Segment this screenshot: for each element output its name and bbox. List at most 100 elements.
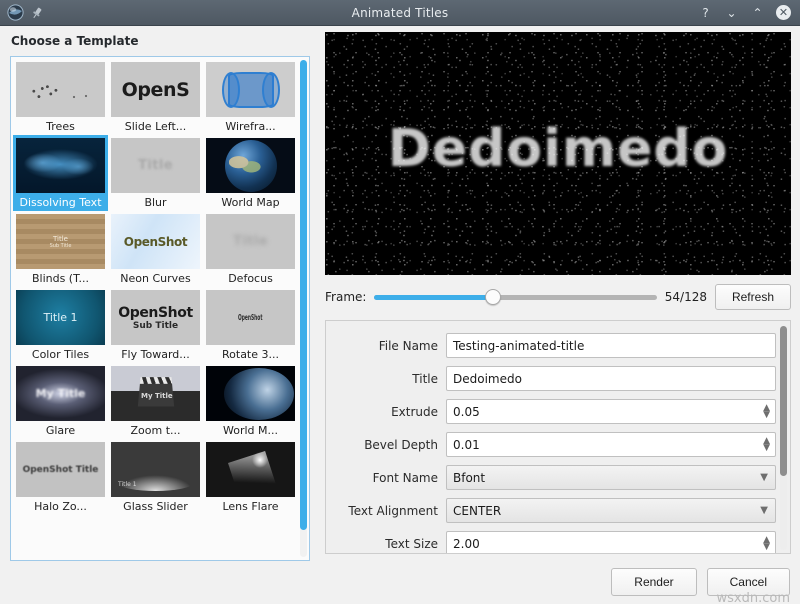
dialog-body: Choose a Template TreesOpenSSlide Left..… (0, 26, 800, 604)
field-label: Title (336, 372, 438, 386)
field-input[interactable]: Bfont▼ (446, 465, 776, 490)
template-label: Halo Zo... (34, 500, 87, 513)
form-row: Font NameBfont▼ (326, 461, 790, 494)
maximize-button[interactable]: ⌃ (750, 5, 765, 20)
spinner-arrows-icon[interactable]: ▲▼ (763, 537, 770, 551)
template-thumbnail[interactable]: OpenShot (206, 290, 295, 345)
frame-label: Frame: (325, 290, 366, 304)
frame-slider-handle[interactable] (485, 289, 501, 305)
minimize-button[interactable]: ⌄ (724, 5, 739, 20)
template-thumbnail[interactable]: Title (206, 214, 295, 269)
preview-title-text: Dedoimedo (325, 119, 791, 179)
template-label: Slide Left... (125, 120, 187, 133)
template-thumbnail[interactable]: Title (111, 138, 200, 193)
chevron-down-icon[interactable]: ▼ (760, 473, 768, 483)
form-row: Bevel Depth0.01▲▼ (326, 428, 790, 461)
template-item[interactable]: Title Blur (108, 135, 203, 211)
frame-slider[interactable] (374, 288, 656, 306)
chevron-down-icon[interactable]: ▼ (760, 506, 768, 516)
thumb-art-lens-flare (206, 442, 295, 497)
template-thumbnail[interactable]: OpenShotSub Title (111, 290, 200, 345)
template-thumbnail[interactable]: Title 1 (16, 290, 105, 345)
template-list[interactable]: TreesOpenS Slide Left... Wirefra... Dissolv… (10, 56, 310, 561)
spinner-arrows-icon[interactable]: ▲▼ (763, 405, 770, 419)
spinner-arrows-icon[interactable]: ▲▼ (763, 438, 770, 452)
template-item[interactable]: Title 1Glass Slider (108, 439, 203, 515)
template-label: Zoom t... (130, 424, 180, 437)
template-item[interactable]: World Map (203, 135, 298, 211)
window-titlebar: Animated Titles ? ⌄ ⌃ ✕ (0, 0, 800, 26)
field-input[interactable]: 2.00▲▼ (446, 531, 776, 554)
animation-preview: Dedoimedo (325, 32, 791, 275)
thumb-art-rotate-3d: OpenShot (206, 290, 295, 345)
template-thumbnail[interactable] (206, 366, 295, 421)
template-item[interactable]: OpenShot Title Halo Zo... (13, 439, 108, 515)
template-item[interactable]: Lens Flare (203, 439, 298, 515)
thumb-art-dissolving-text (16, 138, 105, 193)
template-thumbnail[interactable]: My Title (111, 366, 200, 421)
field-input[interactable]: CENTER ▼ (446, 498, 776, 523)
template-thumbnail[interactable] (16, 138, 105, 193)
field-input[interactable]: Testing-animated-title (446, 333, 776, 358)
field-input[interactable]: 0.05▲▼ (446, 399, 776, 424)
template-list-scrollbar[interactable] (300, 60, 307, 557)
titlebar-buttons: ? ⌄ ⌃ ✕ (698, 5, 800, 20)
template-thumbnail[interactable]: OpenShot (111, 214, 200, 269)
template-thumbnail[interactable]: Title 1 (111, 442, 200, 497)
template-label: Fly Toward... (121, 348, 190, 361)
template-item[interactable]: OpenShotNeon Curves (108, 211, 203, 287)
thumb-art-fly-toward: OpenShotSub Title (111, 290, 200, 345)
template-item[interactable]: Trees (13, 59, 108, 135)
template-item[interactable]: Title 1Color Tiles (13, 287, 108, 363)
refresh-button[interactable]: Refresh (715, 284, 791, 310)
template-thumbnail[interactable] (16, 62, 105, 117)
render-button[interactable]: Render (611, 568, 696, 596)
form-scrollbar[interactable] (780, 326, 787, 550)
form-row: Text Alignment CENTER ▼ (326, 494, 790, 527)
field-label: Text Alignment (336, 504, 438, 518)
template-item[interactable]: World M... (203, 363, 298, 439)
template-label: World M... (223, 424, 278, 437)
form-row: Title Dedoimedo (326, 362, 790, 395)
template-thumbnail[interactable]: OpenS (111, 62, 200, 117)
field-input[interactable]: 0.01▲▼ (446, 432, 776, 457)
template-item[interactable]: My TitleGlare (13, 363, 108, 439)
template-thumbnail[interactable]: My Title (16, 366, 105, 421)
template-label: Blinds (T... (32, 272, 89, 285)
template-item[interactable]: OpenS Slide Left... (108, 59, 203, 135)
close-button[interactable]: ✕ (776, 5, 791, 20)
template-grid: TreesOpenS Slide Left... Wirefra... Dissolv… (11, 57, 299, 515)
template-item[interactable]: Wirefra... (203, 59, 298, 135)
preview-and-settings-pane: Dedoimedo Frame: 54/128 Refresh File Nam… (325, 32, 793, 554)
template-label: Defocus (228, 272, 273, 285)
thumb-art-world-map-2 (206, 366, 295, 421)
template-thumbnail[interactable]: TitleSub Title (16, 214, 105, 269)
template-item[interactable]: OpenShotSub Title Fly Toward... (108, 287, 203, 363)
template-thumbnail[interactable] (206, 138, 295, 193)
thumb-art-defocus: Title (206, 214, 295, 269)
template-list-scrollbar-thumb[interactable] (300, 60, 307, 530)
form-row: File NameTesting-animated-title (326, 329, 790, 362)
form-scrollbar-thumb[interactable] (780, 326, 787, 476)
template-chooser-pane: Choose a Template TreesOpenSSlide Left..… (0, 26, 320, 604)
watermark: wsxdn.com (717, 591, 791, 604)
template-thumbnail[interactable] (206, 62, 295, 117)
form-rows: File NameTesting-animated-title Title Dedo… (326, 329, 790, 554)
template-item[interactable]: My Title Zoom t... (108, 363, 203, 439)
template-item[interactable]: Title Defocus (203, 211, 298, 287)
help-button[interactable]: ? (698, 5, 713, 20)
template-label: Blur (144, 196, 166, 209)
title-settings-form: File NameTesting-animated-title Title Dedo… (325, 320, 791, 554)
field-value: CENTER (453, 504, 501, 518)
field-input[interactable]: Dedoimedo (446, 366, 776, 391)
pin-icon[interactable] (30, 6, 44, 20)
template-thumbnail[interactable] (206, 442, 295, 497)
template-item[interactable]: OpenShotRotate 3... (203, 287, 298, 363)
field-value: Testing-animated-title (453, 339, 584, 353)
field-label: Text Size (336, 537, 438, 551)
thumb-art-color-tiles: Title 1 (16, 290, 105, 345)
template-thumbnail[interactable]: OpenShot Title (16, 442, 105, 497)
thumb-art-trees (16, 62, 105, 117)
template-item[interactable]: TitleSub Title Blinds (T... (13, 211, 108, 287)
template-item[interactable]: Dissolving Text (13, 135, 108, 211)
